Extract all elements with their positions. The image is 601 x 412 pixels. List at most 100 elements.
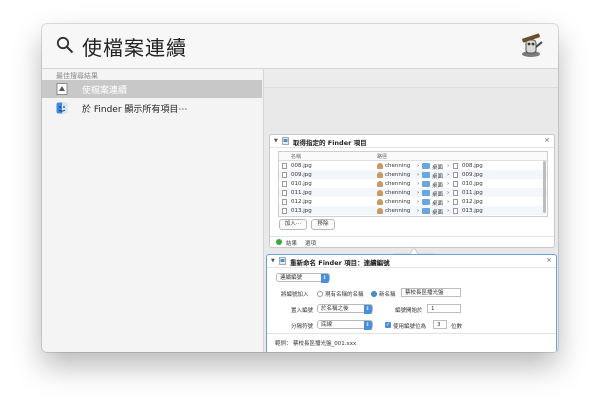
divider — [267, 333, 556, 334]
home-folder-icon — [377, 189, 383, 196]
where-label: 置入編號 — [291, 308, 314, 314]
preview-pane: ▼ 取得指定的 Finder 項目 × 名稱 路徑 008.jpg chennin… — [263, 69, 558, 352]
success-check-icon — [276, 239, 282, 245]
radio-new-name[interactable] — [371, 290, 377, 297]
path-separator: › — [417, 198, 420, 205]
action-title-bar: ▼ 重新命名 Finder 項目：連續編號 × — [267, 255, 556, 268]
search-icon — [56, 36, 74, 54]
desktop-folder-icon — [422, 198, 430, 205]
home-folder-icon — [377, 162, 383, 169]
start-number-field[interactable]: 1 — [427, 304, 461, 313]
image-file-icon — [453, 207, 458, 214]
table-row[interactable]: 011.jpg chenning › 桌面 › 011.jpg — [279, 188, 547, 198]
row-name: 009.jpg — [291, 171, 312, 178]
row-name: 011.jpg — [291, 189, 312, 196]
example-value: 蔡校長區播光盤_001.xxx — [293, 341, 357, 347]
tab-options[interactable]: 選項 — [305, 239, 316, 247]
separator-select[interactable]: 底線 — [317, 320, 373, 330]
row-folder: 桌面 — [432, 209, 444, 216]
path-separator: › — [417, 180, 420, 187]
digits-checkbox[interactable]: ✓ — [385, 321, 391, 328]
table-header: 名稱 路徑 — [279, 152, 547, 161]
radio-existing-name[interactable] — [317, 290, 323, 297]
desktop-folder-icon — [422, 171, 430, 178]
row-user: chenning — [385, 171, 411, 178]
desktop-folder-icon — [422, 189, 430, 196]
row-user: chenning — [385, 162, 411, 169]
action-title: 重新命名 Finder 項目：連續編號 — [290, 259, 390, 267]
finder-item-icon — [282, 137, 289, 145]
scrollbar[interactable] — [543, 161, 546, 213]
items-table[interactable]: 名稱 路徑 008.jpg chenning › 桌面 › 008.jpg 009.jpg c… — [278, 151, 548, 217]
close-icon[interactable]: × — [544, 136, 550, 144]
row-user: chenning — [385, 180, 411, 187]
table-row[interactable]: 009.jpg chenning › 桌面 › 009.jpg — [279, 170, 547, 180]
row-user: chenning — [385, 198, 411, 205]
result-item-show-in-finder[interactable]: 於 Finder 顯示所有項目⋯ — [42, 99, 262, 117]
column-header-name[interactable]: 名稱 — [291, 153, 301, 160]
image-file-icon — [282, 180, 287, 187]
example-label: 範例： — [275, 341, 292, 347]
action-title: 取得指定的 Finder 項目 — [293, 139, 367, 147]
finder-item-icon — [279, 257, 286, 265]
row-name: 013.jpg — [291, 207, 312, 214]
add-number-label: 將編號加入 — [281, 292, 309, 298]
table-row[interactable]: 012.jpg chenning › 桌面 › 012.jpg — [279, 197, 547, 207]
row-user: chenning — [385, 189, 411, 196]
action-rename-finder-items: ▼ 重新命名 Finder 項目：連續編號 × 連續編號 將編號加入 現有名稱的… — [266, 254, 557, 352]
digits-field[interactable]: 3 — [433, 320, 447, 329]
workflow-file-icon — [56, 83, 68, 95]
path-separator: › — [447, 189, 450, 196]
row-file: 010.jpg — [462, 180, 483, 187]
close-icon[interactable]: × — [546, 256, 552, 264]
remove-button[interactable]: 移除 — [311, 219, 335, 230]
table-row[interactable]: 010.jpg chenning › 桌面 › 010.jpg — [279, 179, 547, 189]
path-separator: › — [417, 189, 420, 196]
path-separator: › — [447, 162, 450, 169]
image-file-icon — [453, 171, 458, 178]
path-separator: › — [417, 207, 420, 214]
mode-select[interactable]: 連續編號 — [276, 273, 330, 283]
digits-unit: 位數 — [451, 324, 463, 330]
preview-header — [264, 69, 558, 88]
row-file: 012.jpg — [462, 198, 483, 205]
row-file: 011.jpg — [462, 189, 483, 196]
path-separator: › — [447, 198, 450, 205]
table-row[interactable]: 013.jpg chenning › 桌面 › 013.jpg — [279, 206, 547, 216]
image-file-icon — [282, 207, 287, 214]
results-list: 最佳搜尋結果 使檔案連續 於 Finder 顯示所有項目⋯ — [42, 69, 262, 352]
where-select[interactable]: 於名稱之後 — [317, 304, 373, 314]
start-label: 編號開始於 — [395, 308, 423, 314]
image-file-icon — [453, 162, 458, 169]
result-item-workflow[interactable]: 使檔案連續 — [42, 80, 262, 98]
add-button[interactable]: 加入⋯ — [279, 219, 307, 230]
new-name-field[interactable]: 蔡校長區播光盤 — [401, 288, 461, 297]
path-separator: › — [447, 171, 450, 178]
image-file-icon — [282, 198, 287, 205]
search-bar[interactable]: 使檔案連續 — [42, 24, 558, 69]
path-separator: › — [447, 180, 450, 187]
disclosure-triangle-icon[interactable]: ▼ — [271, 258, 275, 264]
column-header-path[interactable]: 路徑 — [377, 153, 387, 160]
row-name: 010.jpg — [291, 180, 312, 187]
image-file-icon — [453, 189, 458, 196]
digits-label: 使用編號位為 — [393, 324, 427, 330]
radio-existing-label: 現有名稱的名稱 — [325, 292, 364, 298]
tab-results[interactable]: 結果 — [286, 239, 297, 247]
image-file-icon — [282, 171, 287, 178]
action-title-bar: ▼ 取得指定的 Finder 項目 × — [270, 135, 554, 148]
home-folder-icon — [377, 180, 383, 187]
table-row[interactable]: 008.jpg chenning › 桌面 › 008.jpg — [279, 161, 547, 171]
search-query[interactable]: 使檔案連續 — [82, 32, 187, 61]
row-file: 008.jpg — [462, 162, 483, 169]
disclosure-triangle-icon[interactable]: ▼ — [274, 138, 278, 144]
image-file-icon — [453, 198, 458, 205]
path-separator: › — [417, 171, 420, 178]
row-file: 009.jpg — [462, 171, 483, 178]
row-name: 008.jpg — [291, 162, 312, 169]
radio-new-label: 新名稱 — [379, 292, 396, 298]
image-file-icon — [282, 189, 287, 196]
home-folder-icon — [377, 207, 383, 214]
path-separator: › — [447, 207, 450, 214]
result-label: 使檔案連續 — [82, 86, 128, 96]
